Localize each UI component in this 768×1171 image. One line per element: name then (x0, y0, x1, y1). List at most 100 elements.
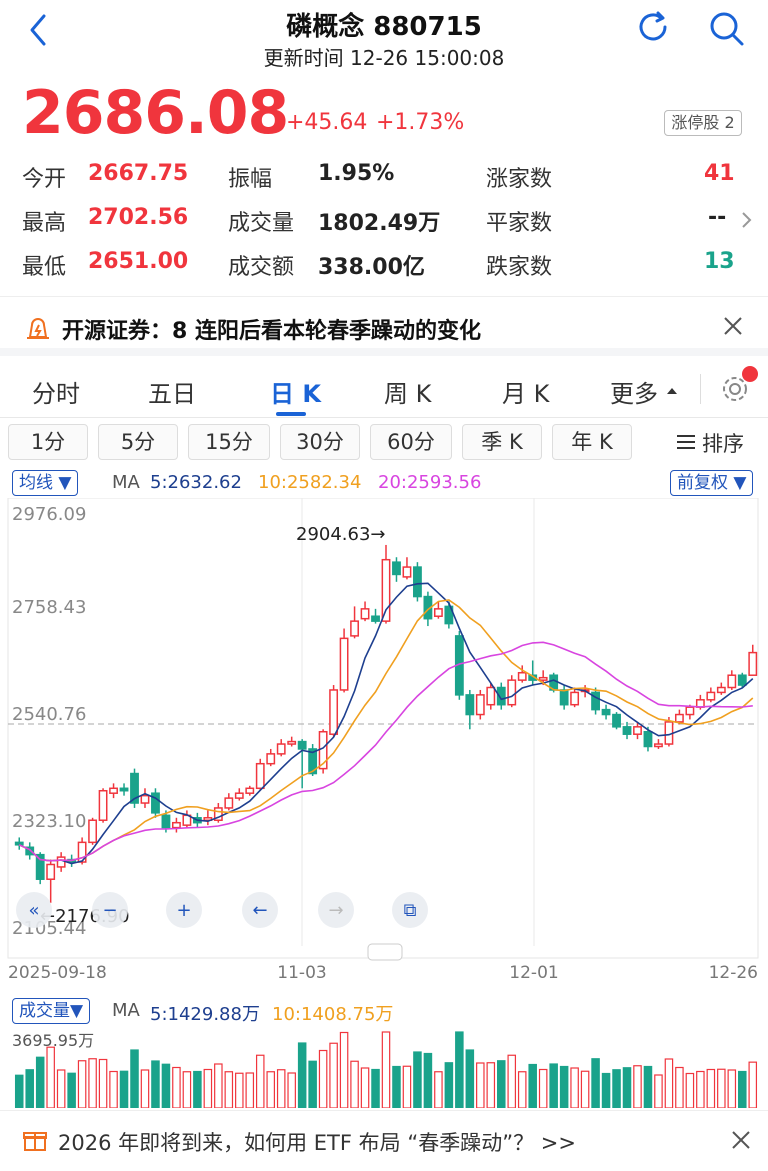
sort-button[interactable]: 排序 (702, 428, 744, 458)
candle-body (654, 743, 663, 748)
period-5min[interactable]: 5分 (98, 424, 178, 460)
candle-body (46, 863, 56, 880)
volume-bar (266, 1071, 276, 1108)
volume-bar (654, 1074, 663, 1108)
tab-monthly-k[interactable]: 月 K (502, 374, 549, 409)
ma10-line (18, 599, 754, 862)
stat-label: 涨家数 (486, 167, 553, 192)
volume-indicator-dropdown[interactable]: 成交量▼ (12, 998, 91, 1024)
period-1min[interactable]: 1分 (8, 424, 88, 460)
stat-up-count: 41 (704, 161, 735, 186)
x-tick-label: 12-26 (709, 963, 758, 983)
volume-bar (172, 1066, 181, 1108)
candle-body (486, 686, 496, 706)
period-quarter-k[interactable]: 季 K (462, 424, 542, 460)
chart-control-icon: → (328, 900, 343, 921)
volume-bar (287, 1072, 296, 1108)
volume-bar (748, 1061, 758, 1108)
candle-body (140, 794, 150, 804)
volume-bar (245, 1072, 255, 1108)
caret-up-icon (667, 388, 677, 394)
stat-label: 今开 (22, 167, 67, 192)
period-15min[interactable]: 15分 (188, 424, 270, 460)
chart-control-icon: ← (252, 900, 267, 921)
volume-bar (507, 1054, 517, 1108)
scroll-handle[interactable] (367, 943, 403, 961)
candle-body (245, 787, 255, 794)
price-change-pct: +1.73% (376, 110, 465, 135)
volume-bar (119, 1070, 129, 1108)
banner-text[interactable]: 2026 年即将到来，如何用 ETF 布局 “春季躁动”？ >> (58, 1127, 576, 1157)
stat-label: 成交额 (228, 255, 295, 280)
stat-label: 最高 (22, 211, 67, 236)
stat-label: 成交量 (228, 211, 295, 236)
tab-intraday[interactable]: 分时 (32, 374, 80, 409)
candle-body (601, 708, 611, 716)
search-icon[interactable] (706, 8, 746, 48)
period-year-k[interactable]: 年 K (552, 424, 632, 460)
candle-body (413, 566, 422, 598)
volume-indicator-label: 成交量 (19, 1001, 70, 1021)
period-60min[interactable]: 60分 (370, 424, 452, 460)
adjust-dropdown[interactable]: 前复权 ▼ (670, 470, 754, 496)
candle-body (329, 689, 339, 735)
bottom-banner[interactable]: 2026 年即将到来，如何用 ETF 布局 “春季躁动”？ >> (0, 1110, 768, 1171)
candle-body (56, 856, 66, 868)
y-tick-label: 2323.10 (12, 811, 86, 832)
header: 磷概念 880715 更新时间 12-26 15:00:08 (0, 0, 768, 80)
candle-body (276, 743, 286, 755)
period-30min[interactable]: 30分 (280, 424, 360, 460)
stat-down-count: 13 (704, 249, 735, 274)
volume-bar (88, 1058, 97, 1108)
tab-more[interactable]: 更多 (610, 374, 658, 409)
volume-bar (413, 1051, 422, 1108)
volume-chart[interactable]: 3695.95万 (0, 1026, 768, 1108)
candle-body (161, 814, 171, 829)
candle-body (360, 608, 370, 620)
chart-control-icon: − (102, 900, 117, 921)
volume-bar (549, 1063, 558, 1108)
tab-five-day[interactable]: 五日 (148, 374, 196, 409)
volume-bar (675, 1066, 684, 1108)
candle-body (570, 691, 580, 706)
stat-high: 2702.56 (88, 205, 189, 230)
candle-body (507, 679, 517, 706)
limit-up-count-button[interactable]: 涨停股 2 (664, 110, 742, 136)
menu-icon[interactable] (676, 432, 696, 452)
volume-bar (130, 1049, 139, 1108)
price-change: +45.64 (286, 110, 368, 135)
candle-body (748, 651, 758, 676)
volume-bar (580, 1070, 590, 1108)
chevron-right-icon[interactable] (740, 209, 754, 231)
refresh-icon[interactable] (634, 8, 674, 48)
volume-bar (140, 1069, 150, 1108)
volume-bar (434, 1071, 443, 1108)
candle-body (88, 819, 98, 844)
stat-label: 跌家数 (486, 255, 553, 280)
indicator-label: 均线 (19, 473, 53, 493)
stat-open: 2667.75 (88, 161, 189, 186)
news-ticker[interactable]: 开源证券：8 连阳后看本轮春季躁动的变化 (0, 296, 768, 356)
news-headline[interactable]: 开源证券：8 连阳后看本轮春季躁动的变化 (62, 313, 481, 345)
volume-bar (67, 1072, 76, 1108)
volume-bar (402, 1065, 412, 1108)
candle-body (643, 730, 653, 748)
close-icon[interactable] (722, 315, 744, 337)
volume-bar (591, 1058, 600, 1108)
candle-body (234, 792, 244, 799)
volume-bar (109, 1070, 118, 1108)
volume-bar (517, 1071, 527, 1108)
tab-weekly-k[interactable]: 周 K (384, 374, 431, 409)
y-tick-label: 2540.76 (12, 704, 86, 725)
volume-bar (559, 1065, 569, 1108)
volume-bar (538, 1068, 548, 1108)
candlestick-chart[interactable]: 2976.092758.432540.762323.102105.442904.… (0, 498, 768, 988)
close-icon[interactable] (730, 1129, 752, 1151)
candle-body (727, 674, 737, 689)
volume-bar (643, 1065, 653, 1108)
candle-body (622, 726, 632, 735)
tab-daily-k[interactable]: 日 K (270, 374, 321, 409)
volume-bar (381, 1031, 391, 1108)
indicator-dropdown[interactable]: 均线 ▼ (12, 470, 79, 496)
vol-ma-label: MA (112, 1000, 140, 1021)
